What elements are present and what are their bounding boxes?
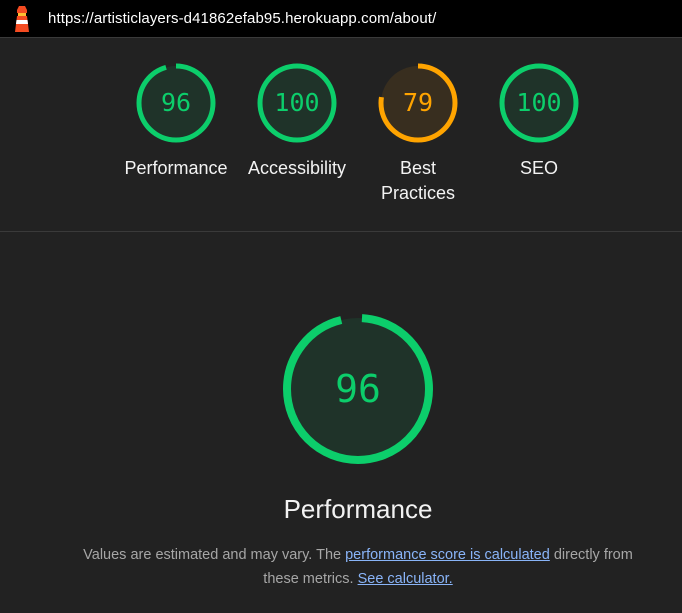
score-calculation-link[interactable]: performance score is calculated [345,547,550,563]
performance-score-large: 96 [335,367,381,411]
gauge-performance[interactable]: 96 Performance [121,62,231,181]
category-title: Performance [283,494,433,524]
category-description: Values are estimated and may vary. The p… [80,543,636,591]
gauge-best-practices[interactable]: 79 Best Practices [363,62,473,206]
gauge-label: Performance [124,158,228,178]
gauge-score: 100 [516,88,562,117]
gauge-label: SEO [519,158,558,178]
score-gauges: 96 Performance 100 Accessibility 79 Best… [0,38,682,232]
url-bar: https://artisticlayers-d41862efab95.hero… [0,0,682,38]
gauge-score: 96 [160,88,192,117]
page-url: https://artisticlayers-d41862efab95.hero… [48,10,437,27]
see-calculator-link[interactable]: See calculator. [358,571,453,587]
lighthouse-icon [15,6,29,32]
gauge-label: Best Practices [380,158,456,203]
description-text: Values are estimated and may vary. The [83,547,346,563]
gauge-accessibility[interactable]: 100 Accessibility [242,62,352,181]
gauge-score: 79 [402,88,434,117]
gauge-seo[interactable]: 100 SEO [484,62,594,181]
gauge-label: Accessibility [247,158,347,178]
gauge-score: 100 [274,88,320,117]
